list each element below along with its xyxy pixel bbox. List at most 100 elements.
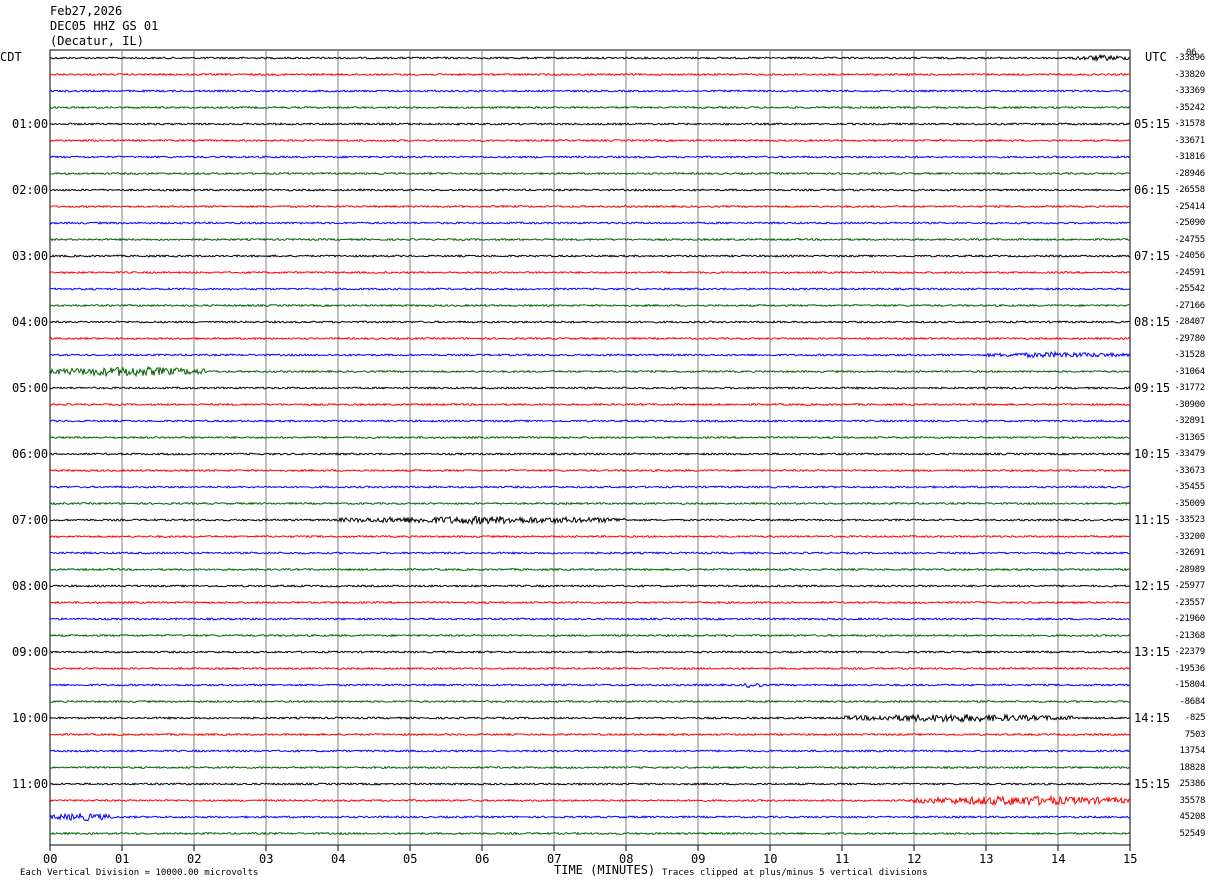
seismic-trace [49, 320, 1131, 324]
trace-offset-value: -24056 [1174, 251, 1205, 261]
seismic-trace [49, 204, 1131, 209]
x-tick-label: 15 [1123, 852, 1138, 866]
trace-offset-value: -31772 [1174, 383, 1205, 393]
trace-offset-value: -21960 [1174, 614, 1205, 624]
trace-offset-value: 7503 [1184, 729, 1206, 740]
right-hour-label: 05:15 [1134, 117, 1171, 131]
seismic-trace [49, 501, 1131, 506]
x-tick-label: 03 [259, 852, 274, 866]
trace-offset-value: -29780 [1174, 333, 1205, 344]
seismic-trace [49, 551, 1131, 555]
seismic-trace [49, 633, 1131, 638]
right-hour-label: 06:15 [1134, 183, 1171, 197]
seismic-trace [49, 254, 1131, 258]
seismic-trace [49, 812, 1131, 822]
seismic-trace [49, 584, 1131, 588]
seismic-trace [49, 468, 1131, 473]
trace-offset-value: -25542 [1174, 284, 1205, 294]
seismic-trace [49, 749, 1131, 753]
trace-offset-value: -32691 [1174, 548, 1205, 558]
seismic-trace [49, 534, 1131, 539]
left-hour-label: 05:00 [12, 381, 49, 395]
right-hour-label: 09:15 [1134, 381, 1171, 395]
seismic-trace [49, 765, 1131, 770]
trace-offset-value: 35578 [1179, 795, 1206, 806]
trace-offset-value: -25977 [1174, 581, 1205, 591]
seismic-trace [49, 72, 1131, 77]
seismic-trace [49, 794, 1131, 807]
trace-offset-value: -25414 [1174, 201, 1205, 212]
seismic-trace [49, 89, 1131, 93]
seismic-trace [49, 485, 1131, 489]
seismic-trace [49, 419, 1131, 423]
trace-offset-value: -33671 [1174, 135, 1205, 146]
x-tick-label: 13 [979, 852, 994, 866]
x-tick-label: 12 [907, 852, 922, 866]
seismic-trace [49, 221, 1131, 225]
left-hour-label: 11:00 [12, 777, 49, 791]
x-tick-label: 02 [187, 852, 202, 866]
trace-offset-value: -15804 [1174, 680, 1205, 690]
trace-offset-value: -31064 [1174, 366, 1205, 377]
trace-offset-value: -31816 [1174, 152, 1205, 162]
left-hour-label: 06:00 [12, 447, 49, 461]
plot-frame [49, 49, 1131, 846]
trace-offset-value: 25386 [1179, 779, 1206, 789]
left-hour-label: 04:00 [12, 315, 49, 329]
seismic-trace [49, 831, 1131, 836]
trace-offset-value: -30900 [1174, 399, 1205, 410]
trace-offset-value: -825 [1184, 713, 1206, 723]
left-hour-label: 10:00 [12, 711, 49, 725]
trace-offset-value: -33523 [1174, 515, 1205, 525]
x-tick-label: 01 [115, 852, 130, 866]
right-hour-label: 14:15 [1134, 711, 1171, 725]
seismic-trace [49, 270, 1131, 275]
seismic-trace [49, 303, 1131, 308]
trace-offset-value: -28407 [1174, 317, 1205, 327]
seismic-trace [49, 171, 1131, 176]
x-tick-label: 14 [1051, 852, 1066, 866]
seismic-trace [49, 782, 1131, 786]
seismic-trace [49, 138, 1131, 143]
trace-offset-value: 18828 [1179, 762, 1206, 773]
right-hour-label: 08:15 [1134, 315, 1171, 329]
seismic-trace [49, 386, 1131, 390]
seismic-trace [49, 515, 1131, 526]
trace-offset-value: -8684 [1179, 696, 1206, 707]
seismic-trace [49, 287, 1131, 291]
trace-offset-value: -33200 [1174, 531, 1205, 542]
trace-offset-value: -31528 [1174, 350, 1205, 360]
trace-offset-value: -24591 [1174, 267, 1205, 278]
clip-note: Traces clipped at plus/minus 5 vertical … [662, 868, 928, 878]
x-tick-label: 11 [835, 852, 850, 866]
seismic-trace [49, 682, 1131, 689]
trace-offset-value: 13754 [1179, 746, 1206, 756]
seismic-trace [49, 666, 1131, 671]
right-hour-label: 11:15 [1134, 513, 1171, 527]
trace-offset-value: -19536 [1174, 663, 1205, 674]
x-tick-label: 06 [475, 852, 490, 866]
seismic-trace [49, 713, 1131, 723]
trace-offset-value: -24755 [1174, 234, 1205, 245]
seismic-trace [49, 155, 1131, 159]
seismic-trace [49, 365, 1131, 378]
trace-offset-value: 52549 [1179, 828, 1206, 839]
left-hour-label: 02:00 [12, 183, 49, 197]
seismic-trace [49, 600, 1131, 605]
right-hour-label: 07:15 [1134, 249, 1171, 263]
x-tick-label: 10 [763, 852, 778, 866]
left-hour-label: 07:00 [12, 513, 49, 527]
left-hour-label: 03:00 [12, 249, 49, 263]
scale-note: Each Vertical Division = 10000.00 microv… [20, 868, 259, 878]
trace-offset-value: -21368 [1174, 630, 1205, 641]
x-axis-title: TIME (MINUTES) [554, 863, 656, 877]
seismic-trace [49, 402, 1131, 407]
right-hour-label: 15:15 [1134, 777, 1171, 791]
trace-offset-value: -25090 [1174, 218, 1205, 228]
left-hour-label: 09:00 [12, 645, 49, 659]
seismic-trace [49, 617, 1131, 621]
seismic-trace [49, 105, 1131, 110]
trace-offset-value: -33820 [1174, 69, 1205, 80]
trace-offset-value: -35009 [1174, 498, 1205, 509]
seismic-trace [49, 336, 1131, 341]
